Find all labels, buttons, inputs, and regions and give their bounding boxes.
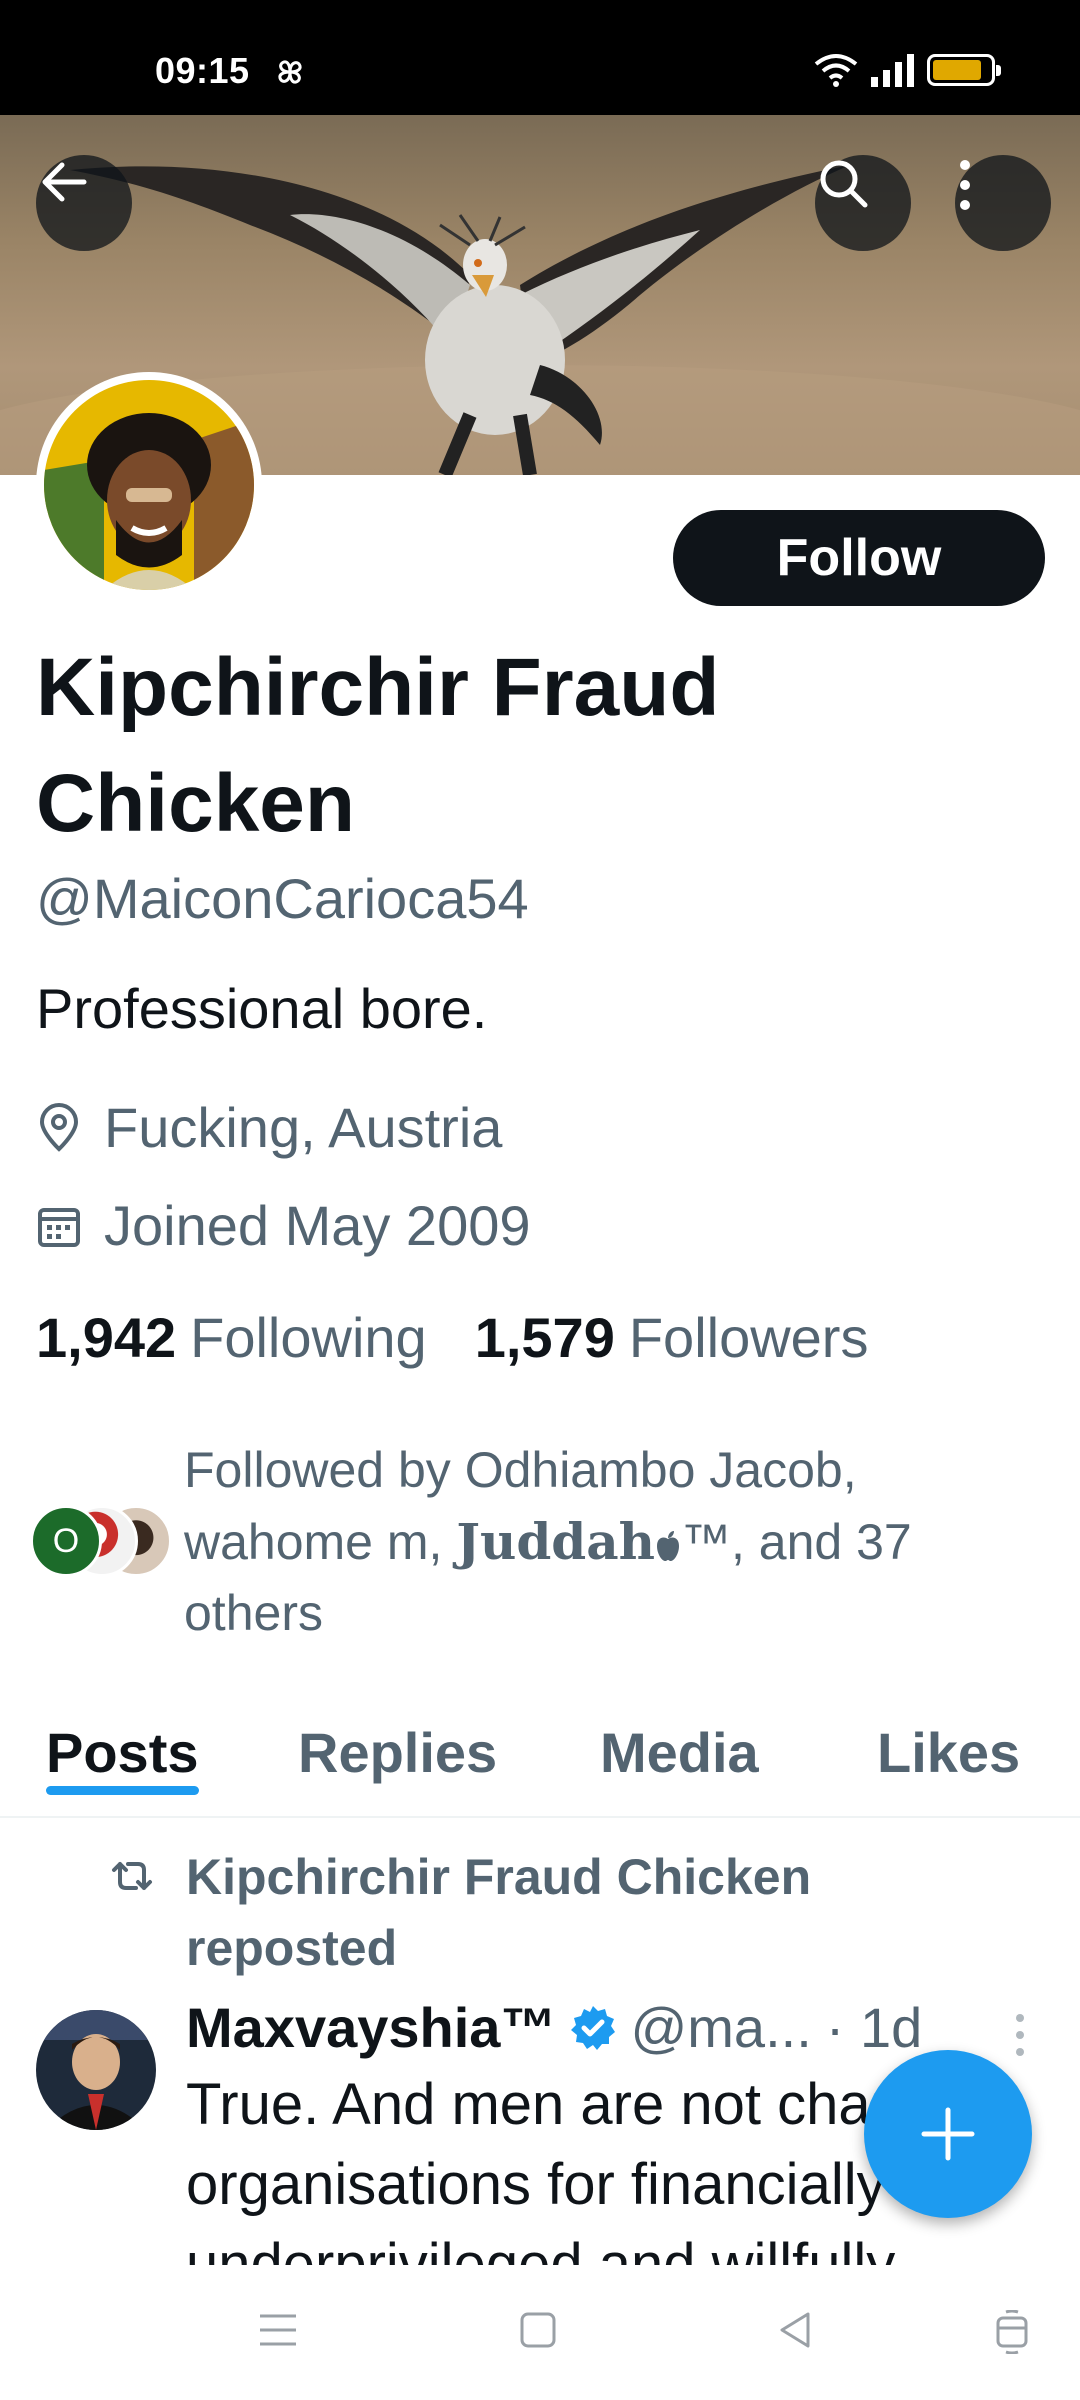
followed-by-fancy-suffix: ™ bbox=[681, 1514, 732, 1570]
pinwheel-icon bbox=[278, 60, 302, 84]
repost-indicator: Kipchirchir Fraud Chicken reposted bbox=[108, 1842, 886, 1984]
search-button[interactable] bbox=[815, 155, 911, 251]
location-pin-icon bbox=[39, 1102, 79, 1152]
followers-label: Followers bbox=[628, 1306, 869, 1369]
verified-badge-icon bbox=[571, 2005, 616, 2050]
status-time: 09:15 bbox=[155, 50, 250, 91]
followed-by-text[interactable]: Followed by Odhiambo Jacob, wahome m, Ju… bbox=[184, 1435, 1004, 1649]
repost-icon bbox=[112, 1862, 152, 1890]
joined-row: Joined May 2009 bbox=[36, 1193, 531, 1258]
more-vertical-icon bbox=[960, 160, 970, 210]
back-triangle-icon[interactable] bbox=[776, 2310, 816, 2350]
profile-avatar[interactable] bbox=[36, 372, 262, 598]
search-icon bbox=[820, 160, 868, 208]
following-count: 1,942 bbox=[36, 1306, 177, 1369]
followed-by-fancy-name: Juddah bbox=[456, 1512, 656, 1571]
more-options-button[interactable] bbox=[955, 155, 1051, 251]
compose-post-button[interactable] bbox=[864, 2050, 1032, 2218]
location-text: Fucking, Austria bbox=[104, 1096, 503, 1159]
following-label: Following bbox=[190, 1306, 427, 1369]
home-icon[interactable] bbox=[518, 2310, 558, 2350]
apple-logo-icon bbox=[657, 1531, 680, 1561]
joined-text: Joined May 2009 bbox=[104, 1194, 531, 1257]
post-author-name[interactable]: Maxvayshia™ bbox=[186, 1995, 556, 2060]
post-more-icon[interactable] bbox=[1008, 2010, 1032, 2060]
repost-label[interactable]: Kipchirchir Fraud Chicken reposted bbox=[186, 1842, 886, 1984]
post-header: Maxvayshia™ @ma... · 1d bbox=[186, 1995, 1016, 2060]
follow-button[interactable]: Follow bbox=[673, 510, 1045, 606]
profile-tabs: Posts Replies Media Likes bbox=[0, 1710, 1080, 1818]
post-timestamp: · 1d bbox=[825, 1996, 923, 2059]
back-button[interactable] bbox=[36, 155, 132, 251]
status-bar: 09:15 bbox=[0, 0, 1080, 115]
following-link[interactable]: 1,942 Following bbox=[36, 1305, 427, 1370]
system-nav-bar bbox=[0, 2268, 1080, 2400]
plus-icon bbox=[921, 2107, 975, 2161]
post-author-avatar[interactable] bbox=[36, 2010, 156, 2130]
user-handle: @MaiconCarioca54 bbox=[36, 867, 529, 930]
followers-link[interactable]: 1,579 Followers bbox=[475, 1305, 869, 1370]
followed-by-avatars[interactable]: O bbox=[30, 1505, 175, 1577]
display-name: Kipchirchir Fraud Chicken bbox=[36, 642, 720, 849]
followers-count: 1,579 bbox=[474, 1306, 615, 1369]
battery-icon bbox=[927, 54, 1001, 86]
tab-media[interactable]: Media bbox=[600, 1710, 759, 1785]
wifi-icon bbox=[814, 54, 858, 87]
post-author-handle: @ma... bbox=[630, 1996, 812, 2059]
tab-likes[interactable]: Likes bbox=[877, 1710, 1020, 1785]
tab-replies[interactable]: Replies bbox=[298, 1710, 497, 1785]
signal-icon bbox=[871, 54, 914, 87]
bio: Professional bore. bbox=[36, 977, 488, 1040]
follower-avatar: O bbox=[30, 1505, 102, 1577]
arrow-left-icon bbox=[42, 162, 87, 202]
avatar-image bbox=[44, 380, 254, 590]
follow-stats: 1,942 Following 1,579 Followers bbox=[36, 1305, 868, 1370]
location-row: Fucking, Austria bbox=[36, 1095, 502, 1160]
calendar-icon bbox=[38, 1207, 80, 1247]
battery-level bbox=[933, 60, 981, 80]
menu-icon[interactable] bbox=[258, 2310, 298, 2350]
tab-posts[interactable]: Posts bbox=[46, 1710, 199, 1795]
rotate-screen-icon[interactable] bbox=[992, 2310, 1032, 2354]
status-indicators bbox=[813, 52, 1001, 88]
